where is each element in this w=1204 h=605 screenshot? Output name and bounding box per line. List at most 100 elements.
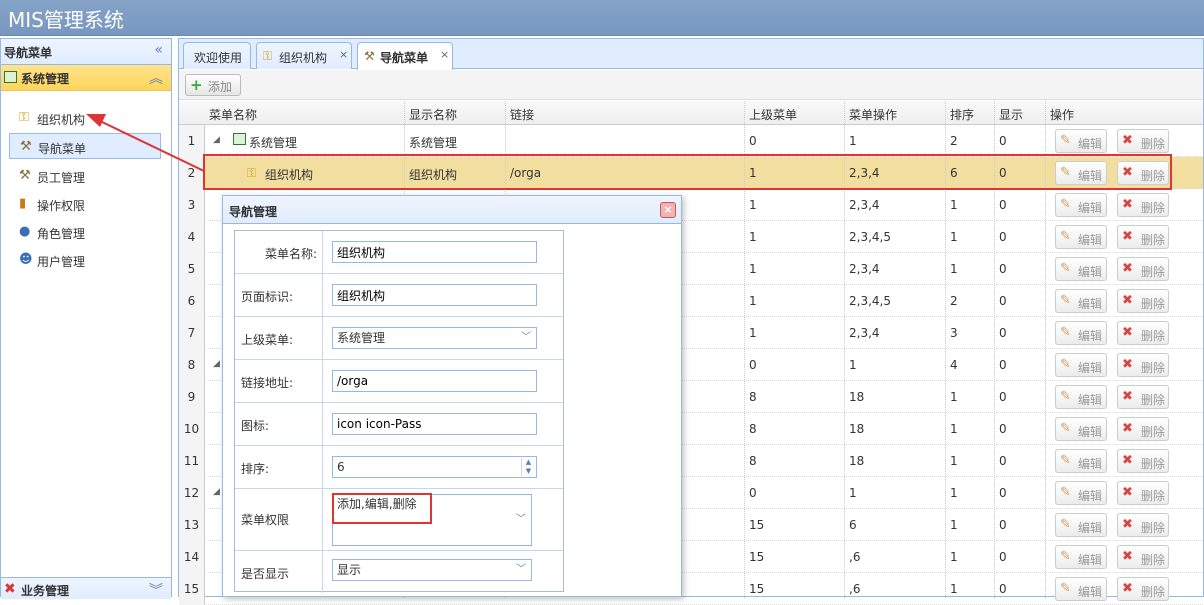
delete-button[interactable]: ✖ 删除 xyxy=(1117,353,1169,377)
double-chevron-up-icon[interactable]: ︽ xyxy=(149,68,163,88)
delete-button[interactable]: ✖ 删除 xyxy=(1117,225,1169,249)
col-sort[interactable]: 排序 xyxy=(950,106,974,123)
edit-button[interactable]: ✎ 编辑 xyxy=(1055,353,1107,377)
cell-parent: 15 xyxy=(749,582,765,596)
tab-nav-menu[interactable]: ⚒ 导航菜单 × xyxy=(357,42,453,70)
nav-form: 菜单名称: 页面标识: 上级菜单: 系统管理 ﹀ 链接地址: 图标: 排序: 6 xyxy=(234,230,564,593)
edit-button[interactable]: ✎ 编辑 xyxy=(1055,577,1107,601)
delete-button[interactable]: ✖ 删除 xyxy=(1117,545,1169,569)
system-group-header[interactable]: 系统管理 ︽ xyxy=(1,65,171,91)
row-number: 2 xyxy=(179,157,205,189)
parent-label: 上级菜单: xyxy=(241,333,294,347)
edit-button[interactable]: ✎ 编辑 xyxy=(1055,193,1107,217)
delete-button[interactable]: ✖ 删除 xyxy=(1117,417,1169,441)
edit-label: 编辑 xyxy=(1078,457,1103,471)
delete-button[interactable]: ✖ 删除 xyxy=(1117,481,1169,505)
sidebar-header: 导航菜单 « xyxy=(1,39,171,65)
edit-button[interactable]: ✎ 编辑 xyxy=(1055,449,1107,473)
chevron-down-icon[interactable]: ﹀ xyxy=(513,562,529,578)
chevron-down-icon[interactable]: ﹀ xyxy=(513,512,529,528)
edit-label: 编辑 xyxy=(1078,137,1103,151)
pencil-icon: ✎ xyxy=(1060,357,1071,372)
cell-ops: 1 xyxy=(849,486,857,500)
delete-button[interactable]: ✖ 删除 xyxy=(1117,129,1169,153)
link-input[interactable] xyxy=(332,370,537,392)
delete-button[interactable]: ✖ 删除 xyxy=(1117,449,1169,473)
pencil-icon: ✎ xyxy=(1060,421,1071,436)
sidebar-item-nav-menu[interactable]: ⚒ 导航菜单 xyxy=(9,133,161,159)
edit-button[interactable]: ✎ 编辑 xyxy=(1055,481,1107,505)
sidebar-item-roles[interactable]: ● 角色管理 xyxy=(9,219,161,245)
users-icon: ☻ xyxy=(19,252,33,267)
col-parent[interactable]: 上级菜单 xyxy=(749,106,797,123)
tree-toggle-icon[interactable]: ◢ xyxy=(213,135,220,145)
tree-toggle-icon[interactable]: ◢ xyxy=(213,359,220,369)
sort-stepper[interactable]: 6 ▲ ▼ xyxy=(332,456,537,478)
row-number: 9 xyxy=(179,381,205,413)
double-chevron-left-icon[interactable]: « xyxy=(154,42,163,58)
sidebar-item-permissions[interactable]: ▮ 操作权限 xyxy=(9,191,161,217)
menu-name-input[interactable] xyxy=(332,241,537,263)
show-select[interactable]: 显示 ﹀ xyxy=(332,559,532,581)
close-icon[interactable]: × xyxy=(660,202,676,218)
edit-label: 编辑 xyxy=(1078,585,1103,599)
edit-button[interactable]: ✎ 编辑 xyxy=(1055,417,1107,441)
add-button[interactable]: + 添加 xyxy=(185,74,241,96)
cell-sort: 2 xyxy=(950,134,958,148)
delete-button[interactable]: ✖ 删除 xyxy=(1117,193,1169,217)
delete-button[interactable]: ✖ 删除 xyxy=(1117,577,1169,601)
page-id-input[interactable] xyxy=(332,284,537,306)
close-icon[interactable]: × xyxy=(440,48,449,61)
edit-button[interactable]: ✎ 编辑 xyxy=(1055,321,1107,345)
edit-button[interactable]: ✎ 编辑 xyxy=(1055,225,1107,249)
cell-sort: 3 xyxy=(950,326,958,340)
col-display-name[interactable]: 显示名称 xyxy=(409,106,457,123)
edit-button[interactable]: ✎ 编辑 xyxy=(1055,257,1107,281)
spinner-icon[interactable]: ▲ ▼ xyxy=(521,458,535,476)
cell-parent: 1 xyxy=(749,262,757,276)
delete-button[interactable]: ✖ 删除 xyxy=(1117,385,1169,409)
sidebar-item-staff[interactable]: ⚒ 员工管理 xyxy=(9,163,161,189)
parent-menu-select[interactable]: 系统管理 ﹀ xyxy=(332,327,537,349)
edit-label: 编辑 xyxy=(1078,425,1103,439)
row-number: 14 xyxy=(179,541,205,573)
cell-sort: 1 xyxy=(950,390,958,404)
col-ops[interactable]: 菜单操作 xyxy=(849,106,897,123)
cell-sort: 1 xyxy=(950,422,958,436)
tab-orga[interactable]: ⚿ 组织机构 × xyxy=(256,42,352,69)
delete-icon: ✖ xyxy=(1122,133,1133,148)
tab-welcome[interactable]: 欢迎使用 xyxy=(183,42,251,69)
close-icon[interactable]: × xyxy=(339,48,348,61)
tab-label: 欢迎使用 xyxy=(194,51,243,65)
key-icon: ⚿ xyxy=(19,110,29,125)
edit-button[interactable]: ✎ 编辑 xyxy=(1055,289,1107,313)
edit-button[interactable]: ✎ 编辑 xyxy=(1055,513,1107,537)
edit-button[interactable]: ✎ 编辑 xyxy=(1055,545,1107,569)
chevron-down-icon[interactable]: ﹀ xyxy=(518,330,534,346)
sidebar-item-users[interactable]: ☻ 用户管理 xyxy=(9,247,161,273)
edit-button[interactable]: ✎ 编辑 xyxy=(1055,129,1107,153)
cell-ops: ,6 xyxy=(849,550,861,564)
icon-input[interactable] xyxy=(332,413,537,435)
delete-button[interactable]: ✖ 删除 xyxy=(1117,513,1169,537)
business-group-label: 业务管理 xyxy=(21,584,70,598)
delete-button[interactable]: ✖ 删除 xyxy=(1117,321,1169,345)
col-menu-name[interactable]: 菜单名称 xyxy=(209,106,257,123)
delete-icon: ✖ xyxy=(1122,293,1133,308)
cell-show: 0 xyxy=(999,262,1007,276)
edit-label: 编辑 xyxy=(1078,489,1103,503)
delete-button[interactable]: ✖ 删除 xyxy=(1117,257,1169,281)
double-chevron-down-icon[interactable]: ︾ xyxy=(149,580,163,600)
col-link[interactable]: 链接 xyxy=(510,106,534,123)
business-group-header[interactable]: ✖ 业务管理 ︾ xyxy=(1,577,171,599)
delete-button[interactable]: ✖ 删除 xyxy=(1117,289,1169,313)
cell-sort: 1 xyxy=(950,582,958,596)
tree-toggle-icon[interactable]: ◢ xyxy=(213,487,220,497)
sidebar-item-orga[interactable]: ⚿ 组织机构 xyxy=(9,105,161,131)
nav-edit-dialog: 导航管理 × 菜单名称: 页面标识: 上级菜单: 系统管理 ﹀ 链接地址: 图标… xyxy=(222,195,682,597)
col-show[interactable]: 显示 xyxy=(999,106,1023,123)
edit-button[interactable]: ✎ 编辑 xyxy=(1055,385,1107,409)
table-row[interactable]: 1 ◢ 系统管理 系统管理 0 1 2 0 ✎ 编辑 ✖ 删除 xyxy=(179,125,1203,157)
key-icon: ⚿ xyxy=(263,49,273,63)
cell-sort: 2 xyxy=(950,294,958,308)
